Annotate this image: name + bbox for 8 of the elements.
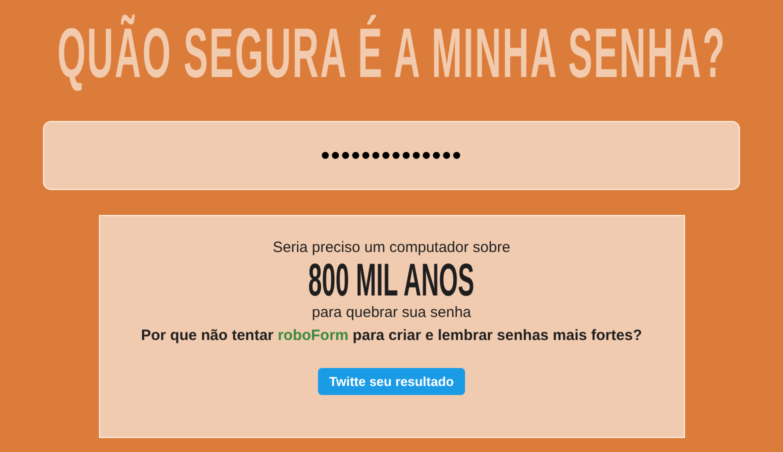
promo-sentence: Por que não tentar roboForm para criar e lembrar senhas mais fortes? [141, 327, 642, 344]
outro-text: para quebrar sua senha [312, 304, 472, 321]
page-title: QUÃO SEGURA É A MINHA SENHA? [57, 14, 726, 94]
roboform-link[interactable]: roboForm [278, 327, 349, 344]
crack-duration: 800 MIL ANOS [308, 254, 474, 306]
intro-text: Seria preciso um computador sobre [272, 239, 510, 256]
password-field[interactable]: •••••••••••••• [43, 121, 740, 190]
share-button[interactable]: Twitte seu resultado [318, 368, 465, 395]
